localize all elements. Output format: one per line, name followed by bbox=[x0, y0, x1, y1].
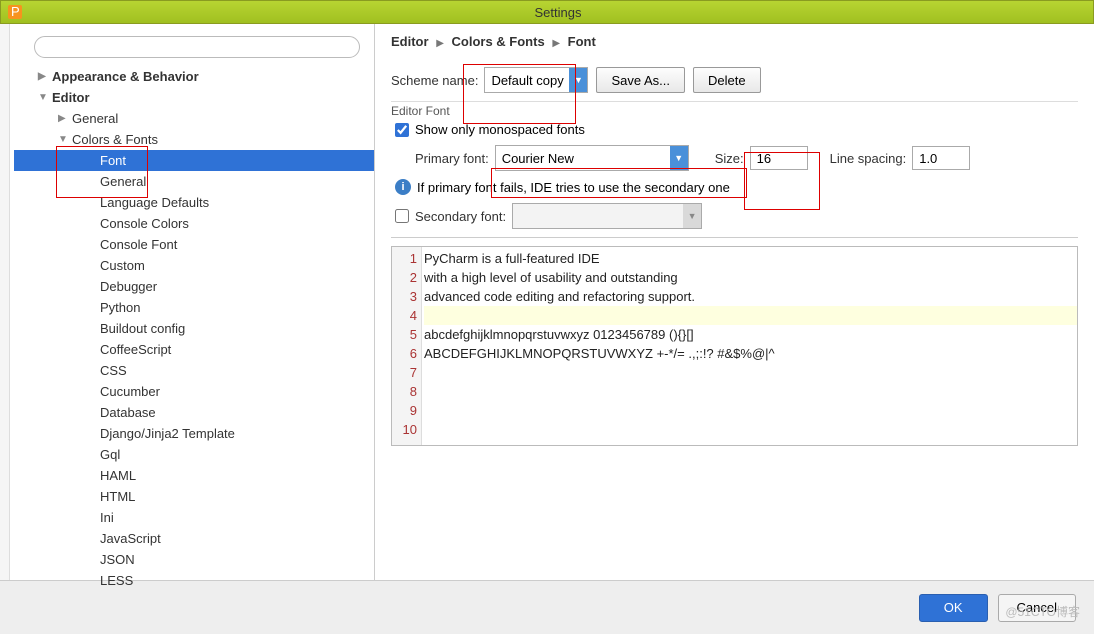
tree-item-label: Appearance & Behavior bbox=[52, 69, 199, 84]
tree-item-label: Gql bbox=[100, 447, 120, 462]
tree-item-label: LESS bbox=[100, 573, 133, 588]
chevron-down-icon: ▼ bbox=[670, 146, 688, 170]
divider bbox=[391, 237, 1078, 238]
tree-item-json[interactable]: JSON bbox=[14, 549, 374, 570]
secondary-font-label: Secondary font: bbox=[415, 209, 506, 224]
tree-item-label: CSS bbox=[100, 363, 127, 378]
breadcrumb-editor[interactable]: Editor bbox=[391, 34, 429, 49]
tree-item-gql[interactable]: Gql bbox=[14, 444, 374, 465]
secondary-font-checkbox[interactable] bbox=[395, 209, 409, 223]
breadcrumb: Editor ▶ Colors & Fonts ▶ Font bbox=[391, 34, 1078, 49]
search-input[interactable] bbox=[34, 36, 360, 58]
tree-item-label: Colors & Fonts bbox=[72, 132, 158, 147]
tree-item-cucumber[interactable]: Cucumber bbox=[14, 381, 374, 402]
tree-arrow-icon: ▼ bbox=[58, 134, 70, 145]
left-gutter bbox=[0, 24, 10, 580]
tree-item-general[interactable]: ▶General bbox=[14, 108, 374, 129]
primary-font-value: Courier New bbox=[502, 151, 574, 166]
tree-item-custom[interactable]: Custom bbox=[14, 255, 374, 276]
app-icon: P bbox=[7, 4, 23, 20]
preview-code: PyCharm is a full-featured IDE with a hi… bbox=[422, 247, 1077, 445]
tree-item-buildout-config[interactable]: Buildout config bbox=[14, 318, 374, 339]
breadcrumb-colors-fonts[interactable]: Colors & Fonts bbox=[452, 34, 545, 49]
tree-item-label: Editor bbox=[52, 90, 90, 105]
info-icon: i bbox=[395, 179, 411, 195]
tree-item-less[interactable]: LESS bbox=[14, 570, 374, 591]
tree-item-label: Buildout config bbox=[100, 321, 185, 336]
svg-text:P: P bbox=[11, 5, 20, 19]
delete-button[interactable]: Delete bbox=[693, 67, 761, 93]
primary-font-label: Primary font: bbox=[415, 151, 489, 166]
tree-item-html[interactable]: HTML bbox=[14, 486, 374, 507]
tree-item-ini[interactable]: Ini bbox=[14, 507, 374, 528]
tree-item-database[interactable]: Database bbox=[14, 402, 374, 423]
tree-item-css[interactable]: CSS bbox=[14, 360, 374, 381]
chevron-right-icon: ▶ bbox=[552, 38, 560, 49]
settings-tree: ▶Appearance & Behavior▼Editor▶General▼Co… bbox=[10, 66, 374, 591]
tree-item-haml[interactable]: HAML bbox=[14, 465, 374, 486]
font-preview: 12345678910 PyCharm is a full-featured I… bbox=[391, 246, 1078, 446]
tree-item-label: JSON bbox=[100, 552, 135, 567]
preview-gutter: 12345678910 bbox=[392, 247, 422, 445]
line-spacing-input[interactable] bbox=[912, 146, 970, 170]
tree-item-label: HAML bbox=[100, 468, 136, 483]
watermark: @51CTO博客 bbox=[1005, 603, 1080, 620]
save-as-button[interactable]: Save As... bbox=[596, 67, 685, 93]
chevron-right-icon: ▶ bbox=[436, 38, 444, 49]
breadcrumb-font[interactable]: Font bbox=[568, 34, 596, 49]
tree-item-label: Debugger bbox=[100, 279, 157, 294]
tree-item-coffeescript[interactable]: CoffeeScript bbox=[14, 339, 374, 360]
tree-item-label: Django/Jinja2 Template bbox=[100, 426, 235, 441]
tree-item-label: Python bbox=[100, 300, 140, 315]
tree-item-label: General bbox=[72, 111, 118, 126]
tree-item-label: JavaScript bbox=[100, 531, 161, 546]
title-bar: P Settings bbox=[0, 0, 1094, 24]
ok-button[interactable]: OK bbox=[919, 594, 988, 622]
tree-arrow-icon: ▼ bbox=[38, 92, 50, 103]
annotation-box-scheme bbox=[463, 64, 576, 124]
chevron-down-icon: ▼ bbox=[683, 204, 701, 228]
tree-item-label: Console Colors bbox=[100, 216, 189, 231]
tree-item-label: Ini bbox=[100, 510, 114, 525]
settings-main: Editor ▶ Colors & Fonts ▶ Font Scheme na… bbox=[375, 24, 1094, 580]
window-title: Settings bbox=[23, 5, 1093, 20]
secondary-font-dropdown[interactable]: ▼ bbox=[512, 203, 702, 229]
tree-arrow-icon: ▶ bbox=[38, 71, 50, 82]
annotation-box-font bbox=[491, 168, 747, 198]
tree-item-console-colors[interactable]: Console Colors bbox=[14, 213, 374, 234]
tree-item-editor[interactable]: ▼Editor bbox=[14, 87, 374, 108]
tree-item-debugger[interactable]: Debugger bbox=[14, 276, 374, 297]
line-spacing-label: Line spacing: bbox=[830, 151, 907, 166]
tree-item-appearance-behavior[interactable]: ▶Appearance & Behavior bbox=[14, 66, 374, 87]
settings-sidebar: ▶Appearance & Behavior▼Editor▶General▼Co… bbox=[10, 24, 375, 580]
tree-item-label: Cucumber bbox=[100, 384, 160, 399]
tree-item-label: Custom bbox=[100, 258, 145, 273]
annotation-box-size bbox=[744, 152, 820, 210]
size-label: Size: bbox=[715, 151, 744, 166]
tree-item-python[interactable]: Python bbox=[14, 297, 374, 318]
tree-item-label: HTML bbox=[100, 489, 135, 504]
tree-item-label: CoffeeScript bbox=[100, 342, 171, 357]
tree-item-javascript[interactable]: JavaScript bbox=[14, 528, 374, 549]
tree-item-console-font[interactable]: Console Font bbox=[14, 234, 374, 255]
tree-item-label: Database bbox=[100, 405, 156, 420]
show-mono-label: Show only monospaced fonts bbox=[415, 122, 585, 137]
show-mono-checkbox[interactable] bbox=[395, 123, 409, 137]
tree-arrow-icon: ▶ bbox=[58, 113, 70, 124]
tree-item-label: Console Font bbox=[100, 237, 177, 252]
annotation-box-tree bbox=[56, 146, 148, 198]
tree-item-django-jinja2-template[interactable]: Django/Jinja2 Template bbox=[14, 423, 374, 444]
